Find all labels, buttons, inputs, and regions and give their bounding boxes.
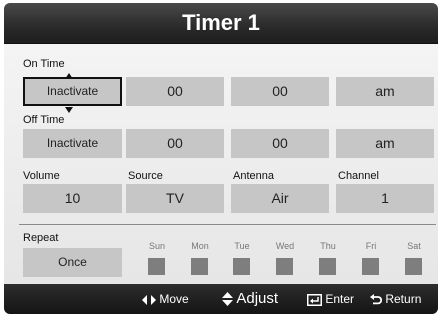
off-time-minute-field[interactable]: 00 [231,129,329,158]
on-time-label: On Time [23,58,65,70]
section-divider [19,224,436,225]
enter-hint-label: Enter [325,292,355,306]
checkbox-wed[interactable] [276,258,293,275]
antenna-label: Antenna [233,170,274,182]
day-label-mon: Mon [191,241,209,251]
dialog-title: Timer 1 [182,10,260,35]
repeat-label: Repeat [23,232,59,244]
channel-label: Channel [338,170,379,182]
return-hint: Return [370,284,421,314]
down-arrow-icon[interactable] [65,107,73,113]
enter-icon [307,293,322,306]
title-bar: Timer 1 [4,3,438,44]
source-field[interactable]: TV [126,184,224,213]
off-time-ampm-field[interactable]: am [336,129,434,158]
day-label-wed: Wed [275,241,295,251]
off-time-label: Off Time [23,114,65,126]
off-time-hour-field[interactable]: 00 [126,129,224,158]
checkbox-sun[interactable] [148,258,165,275]
on-time-hour-field[interactable]: 00 [126,77,224,106]
enter-hint: Enter [307,284,354,314]
adjust-hint: Adjust [222,284,278,314]
day-label-sun: Sun [148,241,165,251]
timer-settings-panel: On Time Inactivate 00 00 am Off Time Ina… [4,44,438,284]
checkbox-fri[interactable] [362,258,379,275]
timer-dialog: Timer 1 On Time Inactivate 00 00 am Off … [4,3,438,314]
day-label-sat: Sat [407,241,421,251]
checkbox-thu[interactable] [319,258,336,275]
checkbox-sat[interactable] [405,258,422,275]
left-right-arrows-icon [142,294,156,305]
volume-label: Volume [23,170,60,182]
on-time-minute-field[interactable]: 00 [231,77,329,106]
day-label-tue: Tue [234,241,250,251]
move-hint-label: Move [159,292,189,306]
antenna-field[interactable]: Air [231,184,329,213]
adjust-hint-label: Adjust [236,290,279,307]
source-label: Source [128,170,163,182]
channel-field[interactable]: 1 [336,184,434,213]
volume-field[interactable]: 10 [23,184,122,213]
return-hint-label: Return [385,292,422,306]
day-label-thu: Thu [320,241,336,251]
repeat-field[interactable]: Once [23,248,122,277]
checkbox-tue[interactable] [233,258,250,275]
up-down-arrows-icon [222,292,233,307]
footer-hint-bar: Move Adjust Enter Return [4,284,438,314]
off-time-mode-field[interactable]: Inactivate [23,129,122,158]
day-label-fri: Fri [365,241,377,251]
return-arrow-icon [370,293,383,305]
checkbox-mon[interactable] [191,258,208,275]
on-time-mode-field[interactable]: Inactivate [23,77,122,106]
on-time-ampm-field[interactable]: am [336,77,434,106]
move-hint: Move [142,284,189,314]
